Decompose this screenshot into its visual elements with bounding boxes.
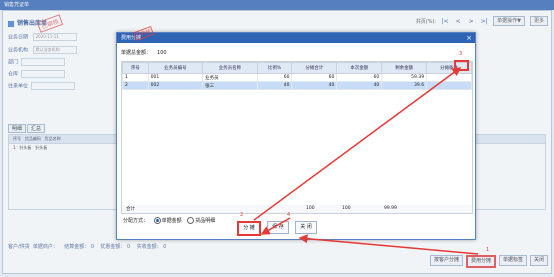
cost-allocation-dialog: 费用分摊 × 单据总金额： 100 序号 业务员编号 业务员名称 比例% 分摊合计… (116, 32, 476, 240)
close-icon[interactable]: × (466, 34, 472, 42)
step-1-label: 1 (486, 247, 490, 253)
radio-item-detail[interactable] (187, 217, 195, 224)
save-button[interactable]: 保 存 (267, 221, 289, 234)
dialog-title: 费用分摊 (117, 33, 475, 43)
step-2-label: 2 (240, 212, 244, 218)
allocate-button[interactable]: 分 摊 (237, 221, 261, 236)
radio-doc-amount[interactable] (153, 217, 161, 224)
allocation-grid: 序号 业务员编号 业务员名称 比例% 分摊合计 本次金额 剩余金额 分摊备注 1… (121, 61, 473, 207)
grid-header: 序号 业务员编号 业务员名称 比例% 分摊合计 本次金额 剩余金额 分摊备注 (122, 62, 472, 74)
step-4-label: 4 (287, 212, 291, 218)
table-row[interactable]: 1 001 业务员 60 60 60 59.39 (122, 73, 472, 82)
table-row[interactable]: 2 002 张三 40 40 40 39.6 (122, 81, 472, 90)
sum-row: 合计 100 100 99.99 (121, 205, 473, 214)
dialog-buttons: 分 摊 保 存 关 闭 (237, 221, 317, 236)
total-amount: 单据总金额： 100 (121, 50, 167, 56)
step-3-label: 3 (459, 51, 463, 57)
alloc-method: 分配方式： 单据金额 货品明细 (123, 217, 216, 224)
close-button[interactable]: 关 闭 (295, 221, 317, 234)
note-cell-highlight (454, 60, 469, 71)
